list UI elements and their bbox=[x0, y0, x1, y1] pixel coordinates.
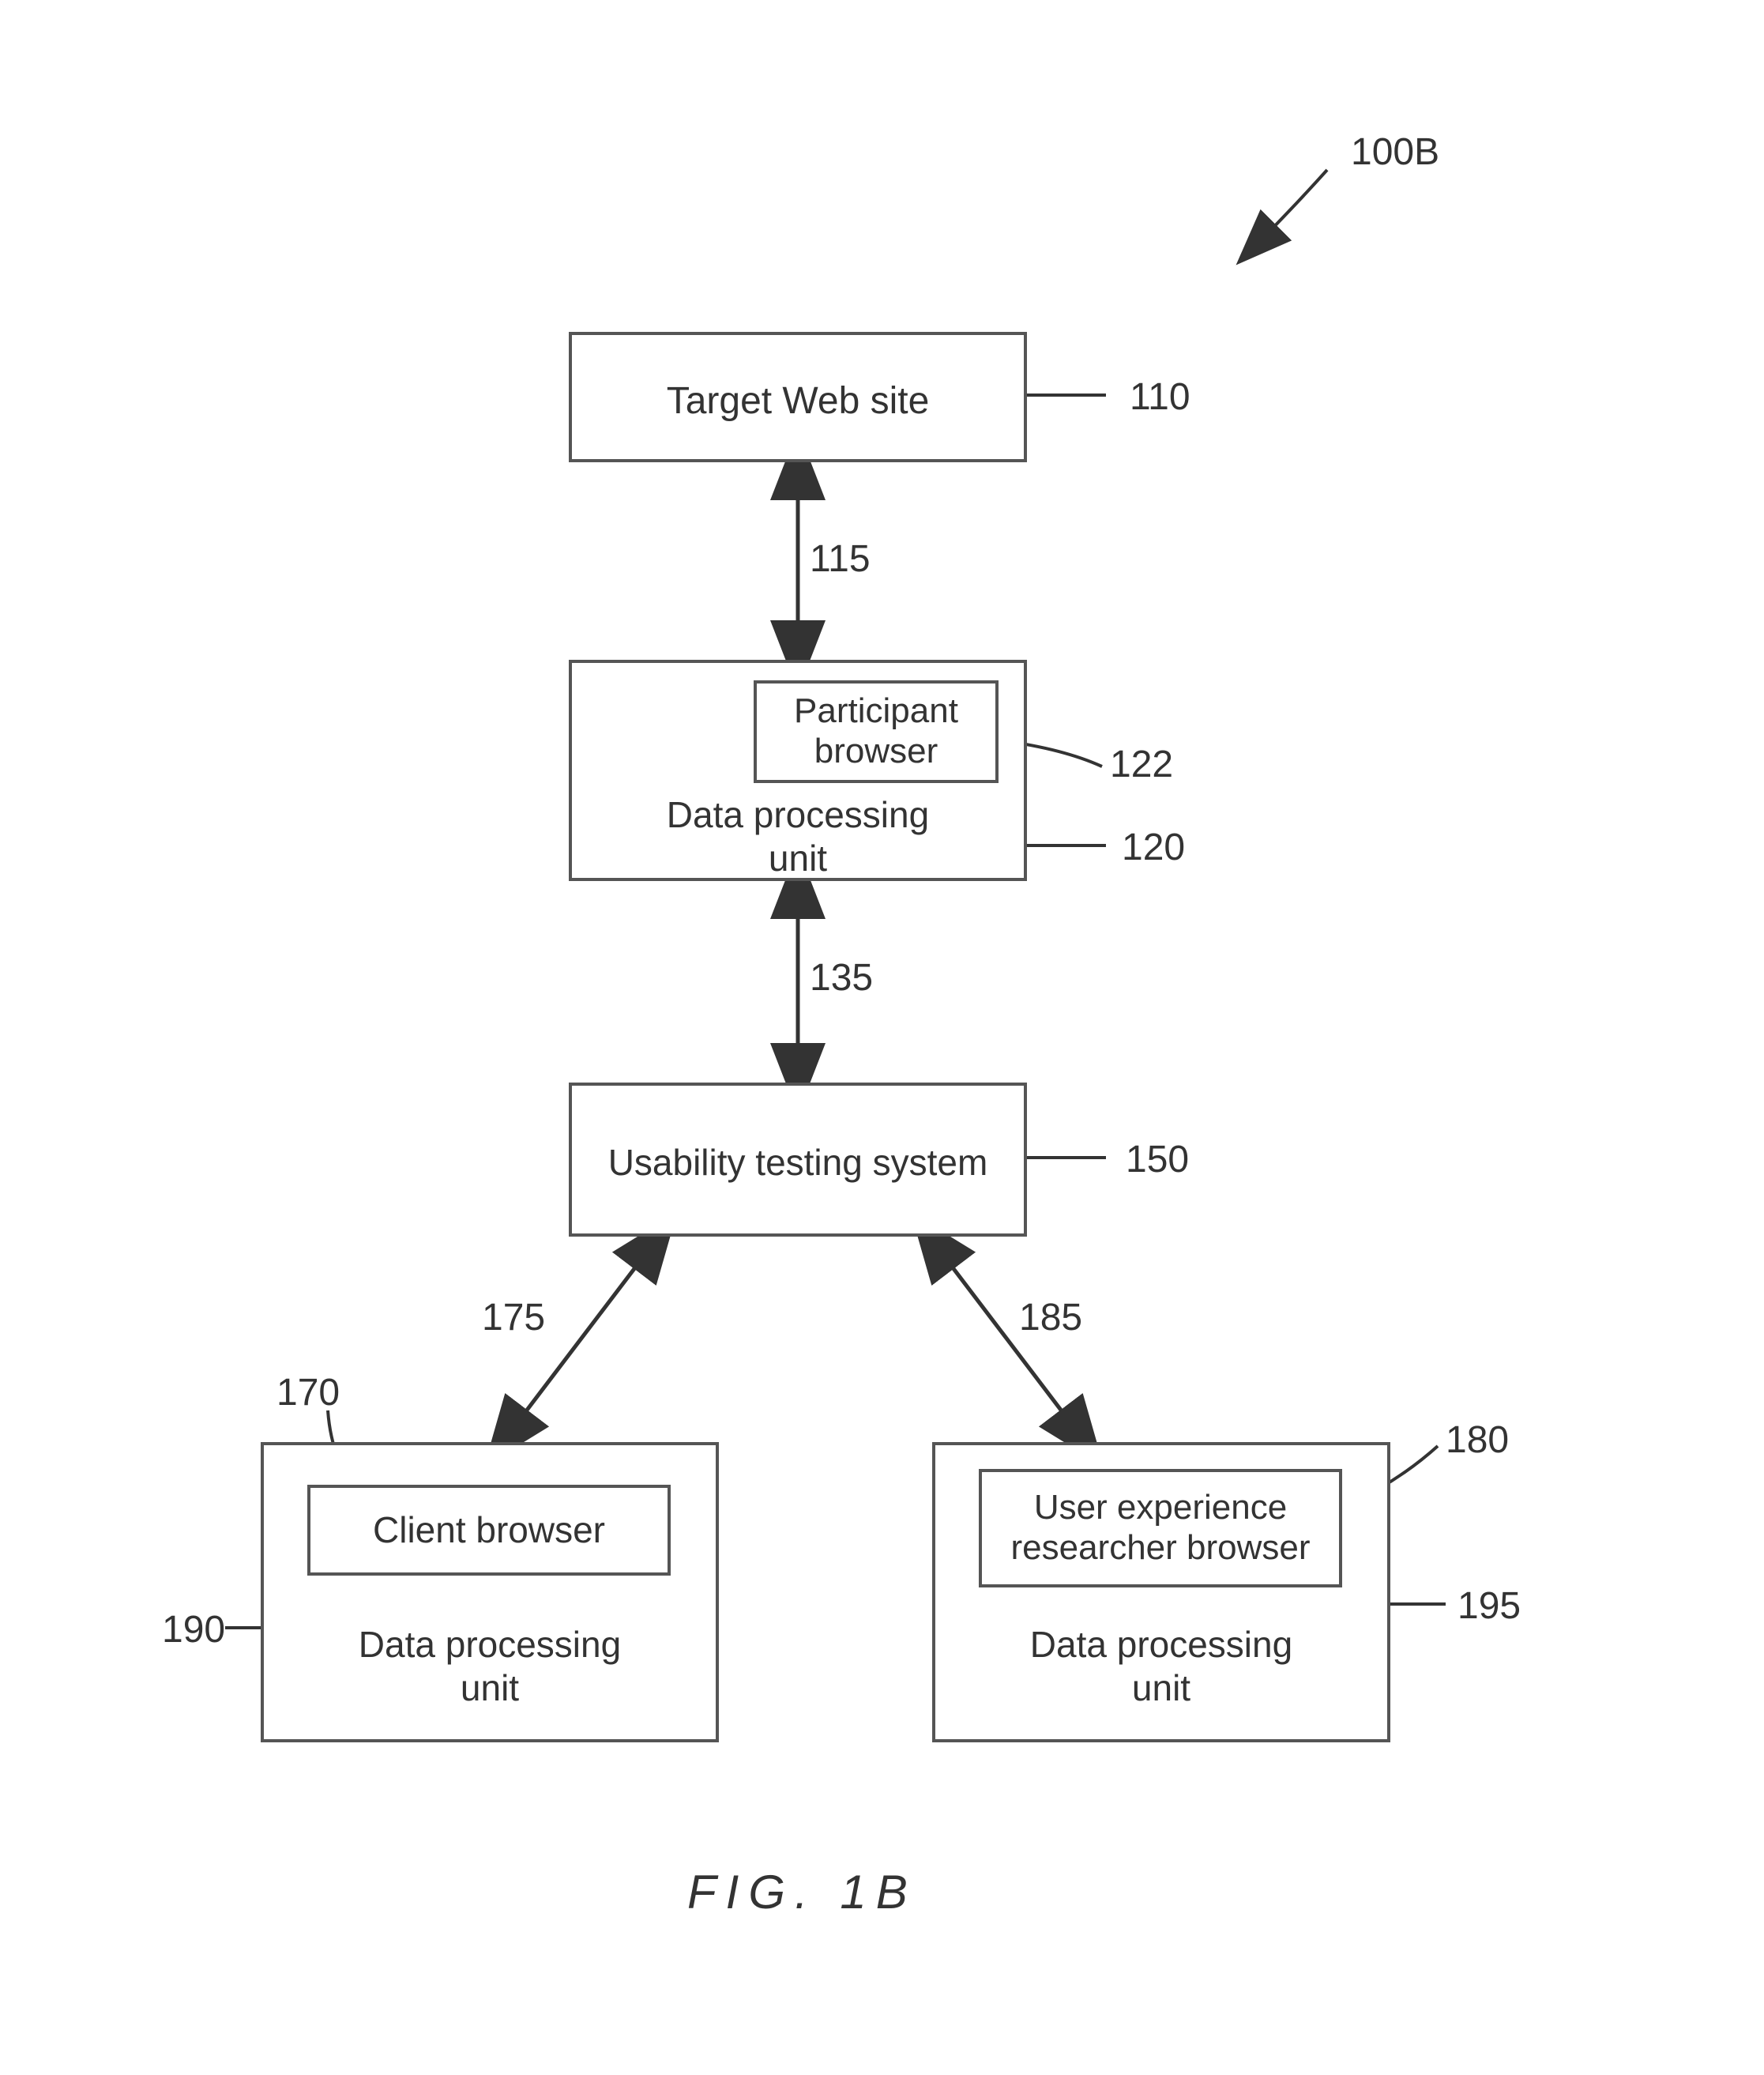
figure-caption: FIG. 1B bbox=[687, 1865, 917, 1919]
usability-box: Usability testing system bbox=[569, 1083, 1027, 1237]
ref-180: 180 bbox=[1446, 1418, 1509, 1462]
ux-browser-box: User experience researcher browser bbox=[979, 1469, 1342, 1587]
ux-dpu-label: Data processing unit bbox=[935, 1623, 1387, 1710]
diagram-canvas: 100B Target Web site 110 115 Participant… bbox=[0, 0, 1764, 2075]
ref-175: 175 bbox=[482, 1296, 545, 1339]
client-dpu-label: Data processing unit bbox=[264, 1623, 716, 1710]
ux-browser-label: User experience researcher browser bbox=[1010, 1488, 1310, 1568]
client-browser-box: Client browser bbox=[307, 1485, 671, 1576]
participant-browser-label: Participant browser bbox=[794, 691, 958, 771]
target-web-site-box: Target Web site bbox=[569, 332, 1027, 462]
ref-122: 122 bbox=[1110, 743, 1173, 786]
ref-115: 115 bbox=[810, 537, 871, 581]
diagram-svg bbox=[0, 0, 1764, 2075]
ref-170: 170 bbox=[276, 1371, 340, 1414]
participant-dpu-label: Data processing unit bbox=[572, 793, 1024, 880]
ref-120: 120 bbox=[1122, 826, 1185, 869]
participant-dpu-box: Participant browser Data processing unit bbox=[569, 660, 1027, 881]
usability-label: Usability testing system bbox=[572, 1141, 1024, 1184]
ref-190: 190 bbox=[162, 1608, 225, 1651]
ref-185: 185 bbox=[1019, 1296, 1082, 1339]
ux-dpu-box: User experience researcher browser Data … bbox=[932, 1442, 1390, 1742]
target-web-site-label: Target Web site bbox=[572, 378, 1024, 424]
participant-browser-box: Participant browser bbox=[754, 680, 999, 783]
ref-150: 150 bbox=[1126, 1138, 1189, 1181]
client-dpu-box: Client browser Data processing unit bbox=[261, 1442, 719, 1742]
ref-110: 110 bbox=[1130, 375, 1190, 419]
client-browser-label: Client browser bbox=[373, 1509, 605, 1551]
figure-ref-label: 100B bbox=[1351, 130, 1439, 174]
ref-195: 195 bbox=[1457, 1584, 1521, 1628]
ref-135: 135 bbox=[810, 956, 873, 1000]
